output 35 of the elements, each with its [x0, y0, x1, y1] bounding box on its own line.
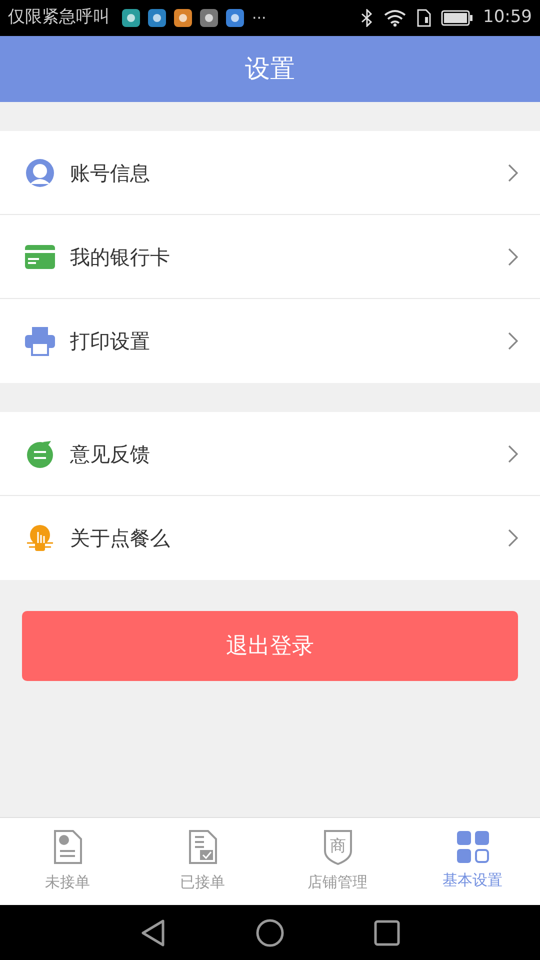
clock-text: 10:59 — [483, 6, 532, 30]
chevron-right-icon — [508, 332, 518, 350]
person-icon — [25, 158, 55, 188]
card-icon — [25, 244, 55, 268]
printer-icon — [25, 326, 55, 356]
recents-icon[interactable] — [374, 920, 400, 946]
more-text: ··· — [252, 8, 266, 29]
app-notification-icon — [148, 9, 166, 27]
home-icon[interactable] — [256, 918, 284, 946]
wifi-icon — [383, 9, 407, 27]
app-notification-icon — [174, 9, 192, 27]
row-label: 关于点餐么 — [70, 525, 170, 552]
chevron-right-icon — [508, 444, 518, 462]
row-label: 打印设置 — [70, 328, 150, 355]
app-notification-icon — [226, 9, 244, 27]
grid-icon — [456, 831, 488, 864]
battery-icon — [441, 10, 473, 26]
document-clock-icon — [52, 829, 82, 866]
row-label: 账号信息 — [70, 160, 150, 186]
row-label: 我的银行卡 — [70, 244, 170, 270]
app-notification-icon — [200, 9, 218, 27]
chevron-right-icon — [508, 529, 518, 547]
sim-icon — [417, 9, 431, 27]
row-label: 意见反馈 — [70, 440, 150, 468]
chevron-right-icon — [508, 248, 518, 266]
document-check-icon — [188, 829, 218, 866]
bluetooth-icon — [361, 9, 373, 27]
page-title: 设置 — [245, 53, 295, 86]
shield-icon: 商 — [322, 829, 352, 866]
app-notification-icon — [122, 9, 140, 27]
back-icon[interactable] — [140, 918, 166, 946]
carrier-text: 仅限紧急呼叫 — [8, 6, 110, 30]
bulb-icon — [25, 523, 55, 553]
chevron-right-icon — [508, 164, 518, 182]
chat-bubble-icon — [25, 438, 55, 468]
